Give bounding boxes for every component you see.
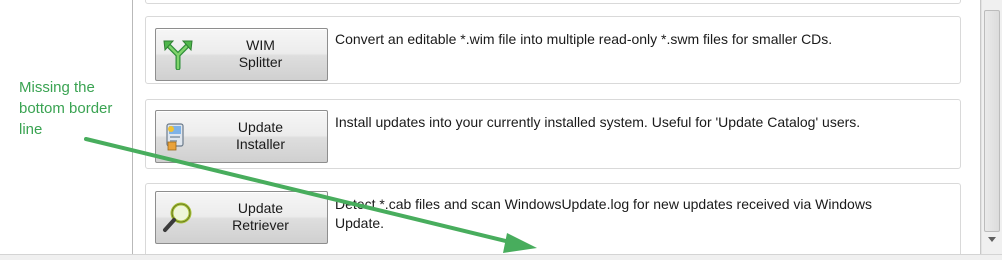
annotation-arrow <box>84 137 537 253</box>
